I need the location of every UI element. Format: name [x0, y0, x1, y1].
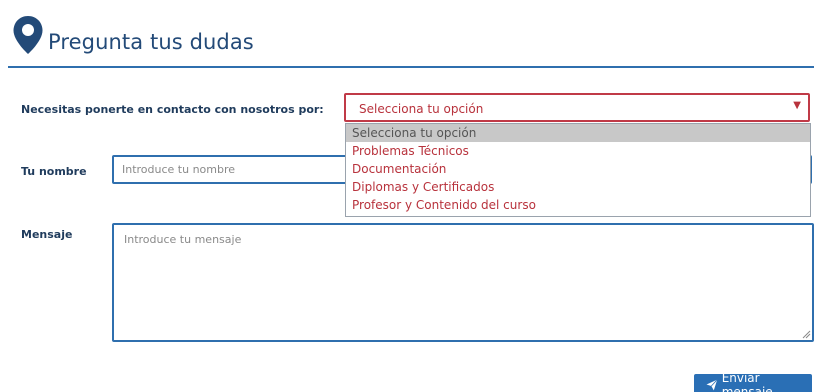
contact-reason-selected-value: Selecciona tu opción	[359, 102, 484, 116]
dropdown-option[interactable]: Documentación	[346, 160, 810, 178]
dropdown-option[interactable]: Problemas Técnicos	[346, 142, 810, 160]
dropdown-option[interactable]: Diplomas y Certificados	[346, 178, 810, 196]
contact-reason-select[interactable]: Selecciona tu opción ▼	[344, 93, 810, 122]
message-field[interactable]	[114, 225, 812, 340]
page-header: Pregunta tus dudas	[8, 14, 814, 68]
contact-reason-dropdown: Selecciona tu opción Problemas Técnicos …	[345, 123, 811, 217]
name-label: Tu nombre	[21, 165, 87, 178]
message-label: Mensaje	[21, 228, 73, 241]
page-title: Pregunta tus dudas	[48, 30, 254, 54]
message-field-wrapper	[112, 223, 814, 342]
header-divider	[8, 66, 814, 68]
send-message-button[interactable]: Enviar mensaje	[694, 371, 812, 392]
send-message-label: Enviar mensaje	[721, 371, 773, 392]
resize-grip-icon[interactable]	[802, 330, 811, 339]
dropdown-option[interactable]: Selecciona tu opción	[346, 124, 810, 142]
paper-plane-icon	[706, 379, 718, 391]
dropdown-arrow-icon[interactable]: ▼	[793, 100, 801, 111]
contact-reason-label: Necesitas ponerte en contacto con nosotr…	[21, 103, 324, 116]
map-pin-icon	[13, 16, 43, 54]
dropdown-option[interactable]: Profesor y Contenido del curso	[346, 196, 810, 214]
